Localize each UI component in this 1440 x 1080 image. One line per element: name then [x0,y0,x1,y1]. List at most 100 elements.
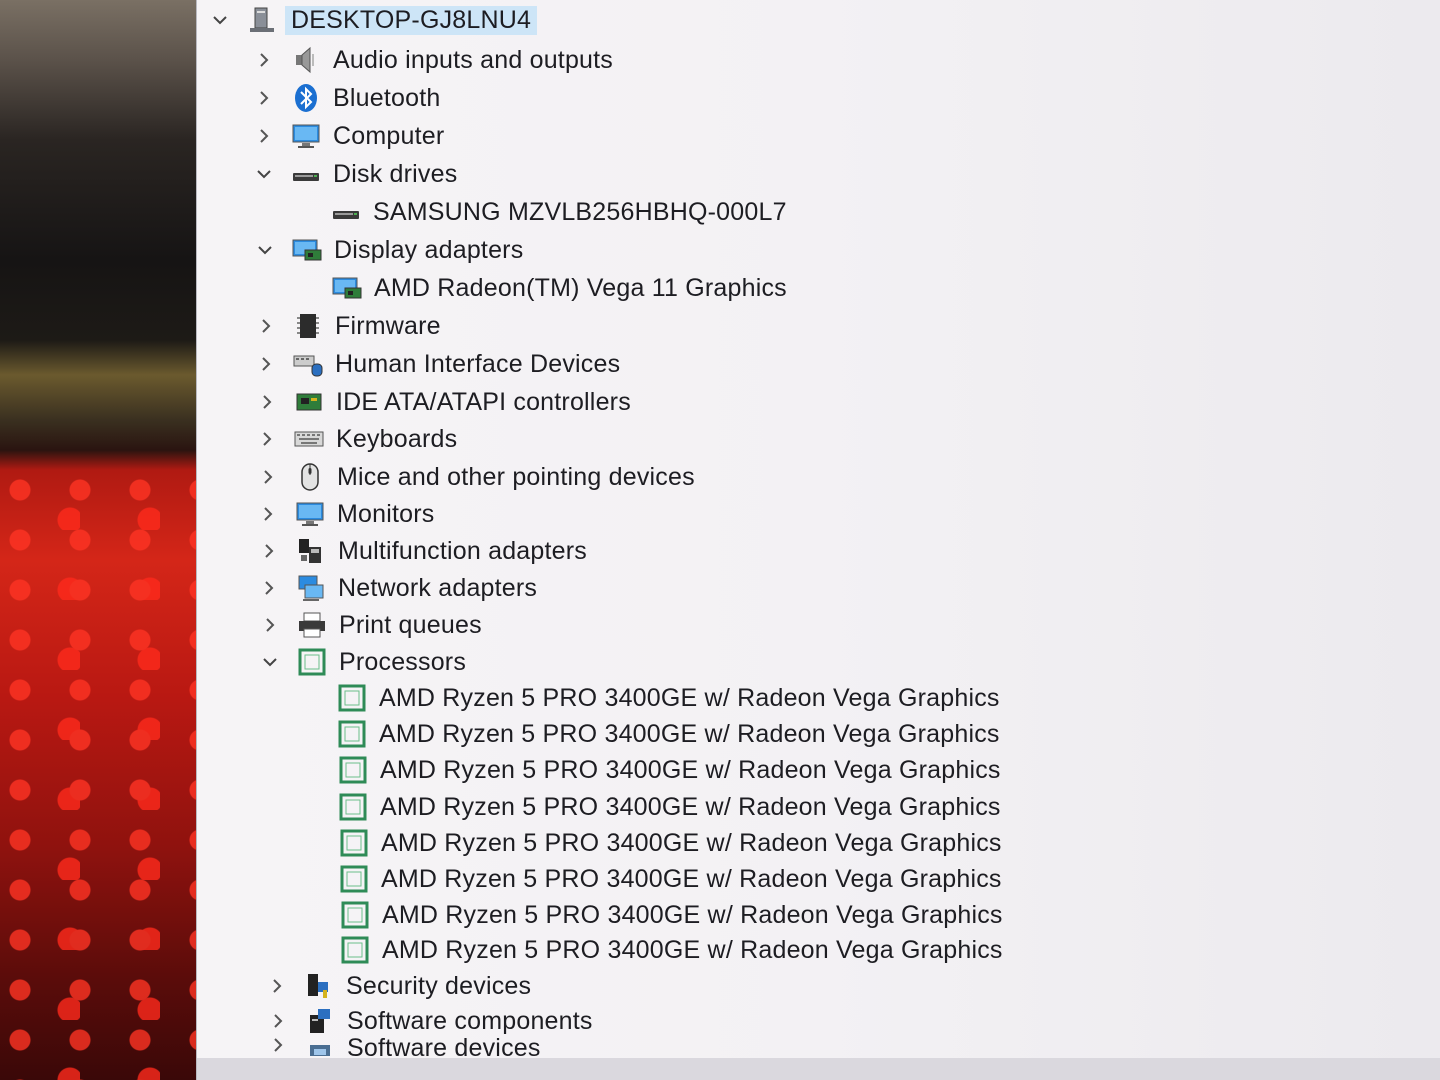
mouse-icon [293,460,327,494]
tree-category-item[interactable]: Bluetooth [253,80,440,116]
chevron-down-icon[interactable] [254,239,276,261]
network-adapter-icon [294,571,328,605]
tree-category-item[interactable]: Human Interface Devices [255,346,620,382]
tree-item-label: Disk drives [333,159,458,188]
chevron-right-icon[interactable] [257,503,279,525]
chevron-down-icon[interactable] [259,651,281,673]
chevron-right-icon[interactable] [259,614,281,636]
tree-item-label: AMD Ryzen 5 PRO 3400GE w/ Radeon Vega Gr… [379,683,1000,712]
chevron-down-icon[interactable] [209,9,231,31]
chevron-right-icon[interactable] [256,391,278,413]
tree-child-item[interactable]: AMD Ryzen 5 PRO 3400GE w/ Radeon Vega Gr… [338,897,1003,933]
tree-item-label: Audio inputs and outputs [333,45,614,74]
tree-category-item[interactable]: Multifunction adapters [258,533,587,569]
processor-icon [295,645,329,679]
security-device-icon [302,969,336,1003]
tree-item-label: Computer [333,121,445,150]
printer-icon [295,608,329,642]
tree-item-label: AMD Radeon(TM) Vega 11 Graphics [374,273,787,302]
chevron-right-icon[interactable] [256,428,278,450]
tree-child-item[interactable]: AMD Ryzen 5 PRO 3400GE w/ Radeon Vega Gr… [335,680,1000,716]
software-component-icon [303,1004,337,1038]
processor-icon [337,862,371,896]
tree-item-label: Keyboards [336,424,458,453]
tree-category-item[interactable]: Print queues [259,607,482,643]
tree-category-item[interactable]: Firmware [255,308,441,344]
tree-category-item[interactable]: Keyboards [256,421,457,457]
chevron-right-icon[interactable] [267,1034,289,1056]
tree-item-label: IDE ATA/ATAPI controllers [336,387,631,416]
chevron-right-icon[interactable] [255,353,277,375]
tree-child-item[interactable]: AMD Ryzen 5 PRO 3400GE w/ Radeon Vega Gr… [338,932,1003,968]
tree-item-label: SAMSUNG MZVLB256HBHQ-000L7 [373,197,787,226]
bluetooth-icon [289,81,323,115]
tree-item-label: AMD Ryzen 5 PRO 3400GE w/ Radeon Vega Gr… [381,864,1002,893]
tree-child-item[interactable]: AMD Ryzen 5 PRO 3400GE w/ Radeon Vega Gr… [335,716,1000,752]
tree-category-item[interactable]: Computer [253,118,444,154]
tree-item-label: Security devices [346,971,532,1000]
processor-icon [335,681,369,715]
speaker-icon [289,43,323,77]
tree-category-item[interactable]: Security devices [266,968,531,1004]
tree-category-item[interactable]: Processors [259,644,466,680]
tree-category-item[interactable]: Disk drives [253,156,457,192]
tree-category-item[interactable]: IDE ATA/ATAPI controllers [256,384,631,420]
tree-item-label: Monitors [337,499,435,528]
monitor-icon [293,497,327,531]
chevron-right-icon[interactable] [253,49,275,71]
monitor-icon [289,119,323,153]
tree-root[interactable]: DESKTOP-GJ8LNU4 [209,2,538,38]
tree-item-label: Mice and other pointing devices [337,462,695,491]
display-adapter-icon [290,233,324,267]
chevron-right-icon[interactable] [253,125,275,147]
chevron-right-icon[interactable] [253,87,275,109]
device-tree[interactable]: DESKTOP-GJ8LNU4 Audio inputs and outputs… [197,0,1440,1058]
tree-item-label: Human Interface Devices [335,349,621,378]
processor-icon [338,933,372,967]
tree-category-item[interactable]: Display adapters [254,232,523,268]
tree-child-item[interactable]: AMD Ryzen 5 PRO 3400GE w/ Radeon Vega Gr… [337,825,1002,861]
device-manager-window: DESKTOP-GJ8LNU4 Audio inputs and outputs… [196,0,1440,1080]
tree-category-item[interactable]: Software devices [267,1034,541,1056]
computer-tower-icon [245,3,279,37]
keyboard-icon [292,422,326,456]
tree-child-item[interactable]: AMD Ryzen 5 PRO 3400GE w/ Radeon Vega Gr… [336,752,1001,788]
tree-item-label: Firmware [335,311,441,340]
tree-category-item[interactable]: Monitors [257,496,434,532]
chevron-right-icon[interactable] [257,466,279,488]
tree-item-label: Print queues [339,610,482,639]
tree-item-label: AMD Ryzen 5 PRO 3400GE w/ Radeon Vega Gr… [381,828,1002,857]
chevron-right-icon[interactable] [267,1010,289,1032]
software-device-icon [303,1034,337,1056]
tree-item-label: AMD Ryzen 5 PRO 3400GE w/ Radeon Vega Gr… [380,792,1001,821]
display-adapter-icon [330,271,364,305]
tree-item-label: Processors [339,647,467,676]
chevron-right-icon[interactable] [266,975,288,997]
processor-icon [338,898,372,932]
hid-icon [291,347,325,381]
processor-icon [336,753,370,787]
status-bar [197,1058,1440,1080]
tree-item-label: Software devices [347,1034,541,1056]
tree-category-item[interactable]: Mice and other pointing devices [257,459,695,495]
processor-icon [337,826,371,860]
desktop-wallpaper [0,0,215,1080]
disk-drive-icon [329,195,363,229]
chevron-right-icon[interactable] [258,577,280,599]
tree-item-label: AMD Ryzen 5 PRO 3400GE w/ Radeon Vega Gr… [382,900,1003,929]
tree-child-item[interactable]: AMD Radeon(TM) Vega 11 Graphics [330,270,787,306]
ide-controller-icon [292,385,326,419]
wallpaper-tulips [0,460,215,1080]
tree-category-item[interactable]: Network adapters [258,570,537,606]
chevron-right-icon[interactable] [258,540,280,562]
tree-child-item[interactable]: AMD Ryzen 5 PRO 3400GE w/ Radeon Vega Gr… [336,789,1001,825]
tree-item-label: Display adapters [334,235,524,264]
firmware-chip-icon [291,309,325,343]
tree-child-item[interactable]: SAMSUNG MZVLB256HBHQ-000L7 [329,194,787,230]
chevron-down-icon[interactable] [253,163,275,185]
processor-icon [336,790,370,824]
tree-category-item[interactable]: Audio inputs and outputs [253,42,613,78]
tree-root-label: DESKTOP-GJ8LNU4 [285,5,538,35]
chevron-right-icon[interactable] [255,315,277,337]
tree-child-item[interactable]: AMD Ryzen 5 PRO 3400GE w/ Radeon Vega Gr… [337,861,1002,897]
